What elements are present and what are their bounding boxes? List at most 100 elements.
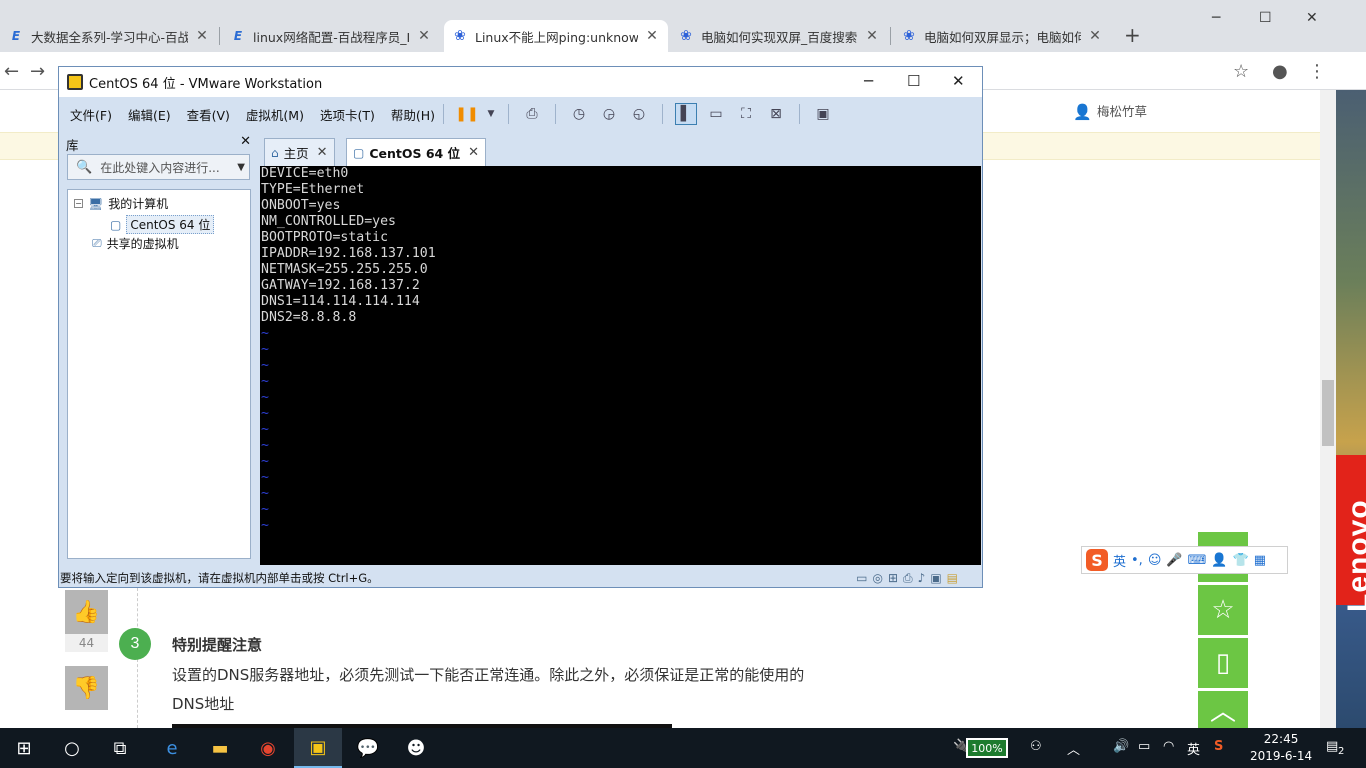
minimize-button[interactable]: ─ <box>1212 10 1220 26</box>
maximize-button[interactable]: ☐ <box>1259 10 1272 26</box>
sound-icon[interactable]: ♪ <box>918 571 926 586</box>
vi-empty-line: ~ <box>261 342 269 357</box>
close-tab-icon[interactable]: ✕ <box>1087 28 1103 44</box>
vm-console[interactable]: DEVICE=eth0 TYPE=Ethernet ONBOOT=yes NM_… <box>260 166 981 565</box>
display-icon[interactable]: ▣ <box>930 571 941 586</box>
browser-tab[interactable]: ❀ 电脑如何双屏显示；电脑如何 ✕ <box>893 20 1111 52</box>
sogou-logo-icon[interactable]: S <box>1086 549 1108 571</box>
snapshot-take-icon[interactable]: ◷ <box>568 103 590 125</box>
chrome-icon[interactable]: ◉ <box>244 728 292 768</box>
user-name: 梅松竹草 <box>1097 104 1148 119</box>
thumbs-down-icon[interactable]: 👎 <box>65 666 108 710</box>
minimize-button[interactable]: ─ <box>864 72 873 90</box>
console-view-icon[interactable]: ▣ <box>812 103 834 125</box>
vm-tab-bar: ⌂ 主页 ✕ ▢ CentOS 64 位 ✕ <box>260 134 982 166</box>
toolbox-grid-icon[interactable]: ▦ <box>1254 553 1266 568</box>
show-library-icon[interactable]: ▌ <box>675 103 698 125</box>
battery-indicator[interactable]: 100% <box>966 738 1008 758</box>
tab-title: 大数据全系列-学习中心-百战程序员 <box>31 29 188 45</box>
more-menu-icon[interactable]: ⋮ <box>1308 61 1326 82</box>
unity-icon[interactable]: ⊠ <box>765 103 787 125</box>
close-window-button[interactable]: ✕ <box>1306 10 1318 26</box>
menu-edit[interactable]: 编辑(E) <box>128 105 171 124</box>
user-avatar-icon[interactable]: 👤 <box>1211 553 1227 568</box>
edge-browser-icon[interactable]: e <box>148 728 196 768</box>
notification-center-icon[interactable]: ▤ <box>1326 739 1338 754</box>
message-log-icon[interactable]: ▤ <box>947 571 958 586</box>
bookmark-button[interactable]: ▯ <box>1198 638 1248 688</box>
profile-icon[interactable]: ● <box>1272 61 1288 82</box>
tab-home[interactable]: ⌂ 主页 ✕ <box>264 138 335 166</box>
back-icon[interactable]: ← <box>4 61 19 82</box>
emoji-icon[interactable]: ☺ <box>1148 553 1162 568</box>
network-adapter-icon[interactable]: ⊞ <box>888 571 898 586</box>
volume-icon[interactable]: 🔊 <box>1113 739 1129 754</box>
user-photo-icon[interactable]: ☻ <box>392 728 440 768</box>
battery-tray-icon[interactable]: ▭ <box>1138 739 1150 754</box>
close-library-icon[interactable]: ✕ <box>240 134 251 149</box>
browser-tab[interactable]: ❀ 电脑如何实现双屏_百度搜索 ✕ <box>670 20 888 52</box>
chevron-down-icon[interactable]: ▼ <box>486 103 496 125</box>
ime-lang-toggle[interactable]: 英 <box>1113 551 1126 570</box>
ime-toolbar[interactable]: S 英 •, ☺ 🎤 ⌨ 👤 👕 ▦ <box>1081 546 1288 574</box>
cd-rom-icon[interactable]: ◎ <box>872 571 882 586</box>
tree-item-shared[interactable]: ⎚ 共享的虚拟机 <box>92 235 179 252</box>
chevron-down-icon[interactable]: ▼ <box>237 162 245 173</box>
wechat-icon[interactable]: 💬 <box>344 728 392 768</box>
scrollbar-thumb[interactable] <box>1322 380 1334 446</box>
favorite-star-button[interactable]: ☆ <box>1198 585 1248 635</box>
browser-tab[interactable]: E linux网络配置-百战程序员_IT在线教育 ✕ <box>222 20 440 52</box>
back-to-top-button[interactable]: ︿ <box>1198 691 1248 728</box>
input-lang-indicator[interactable]: 英 <box>1187 739 1200 758</box>
maximize-button[interactable]: ☐ <box>907 72 920 90</box>
microphone-icon[interactable]: 🎤 <box>1166 553 1182 568</box>
library-search-input[interactable]: 🔍 在此处键入内容进行... ▼ <box>67 154 250 180</box>
tree-item-vm[interactable]: ▢ CentOS 64 位 <box>110 215 215 234</box>
sogou-tray-icon[interactable]: S <box>1214 739 1223 754</box>
menu-tabs[interactable]: 选项卡(T) <box>320 105 375 124</box>
tab-centos[interactable]: ▢ CentOS 64 位 ✕ <box>346 138 487 166</box>
collapse-icon[interactable]: − <box>74 199 83 208</box>
keyboard-icon[interactable]: ⌨ <box>1188 553 1207 568</box>
ime-punct-toggle[interactable]: •, <box>1131 553 1143 568</box>
forward-icon[interactable]: → <box>30 61 45 82</box>
fullscreen-icon[interactable]: ⛶ <box>735 103 757 125</box>
snapshot-manager-icon[interactable]: ◵ <box>628 103 650 125</box>
close-tab-icon[interactable]: ✕ <box>416 28 432 44</box>
clock-time: 22:45 <box>1263 732 1299 746</box>
show-hidden-icons-chevron[interactable]: ︿ <box>1067 739 1080 758</box>
user-info[interactable]: 👤 梅松竹草 <box>1073 101 1148 121</box>
menu-vm[interactable]: 虚拟机(M) <box>246 105 304 124</box>
windows-start-icon[interactable]: ⊞ <box>0 728 48 768</box>
task-view-icon[interactable]: ⧉ <box>96 728 144 768</box>
bookmark-star-icon[interactable]: ☆ <box>1233 61 1249 82</box>
new-tab-button[interactable]: + <box>1124 23 1141 47</box>
browser-tab[interactable]: E 大数据全系列-学习中心-百战程序员 ✕ <box>0 20 218 52</box>
snapshot-revert-icon[interactable]: ◶ <box>598 103 620 125</box>
people-icon[interactable]: ⚇ <box>1030 739 1042 754</box>
send-ctrl-alt-del-icon[interactable]: ⎙ <box>521 103 543 125</box>
thumbs-up-icon[interactable]: 👍 <box>65 590 108 634</box>
menu-help[interactable]: 帮助(H) <box>391 105 435 124</box>
close-tab-icon[interactable]: ✕ <box>644 28 660 44</box>
file-explorer-icon[interactable]: ▬ <box>196 728 244 768</box>
pause-icon[interactable]: ❚❚ <box>455 103 478 125</box>
close-window-button[interactable]: ✕ <box>952 72 965 90</box>
menu-file[interactable]: 文件(F) <box>70 105 112 124</box>
tree-item-my-computer[interactable]: − 🖥 我的计算机 <box>74 195 168 212</box>
wifi-icon[interactable]: ◠ <box>1163 739 1174 754</box>
browser-tab-active[interactable]: ❀ Linux不能上网ping:unknown host ✕ <box>444 20 668 52</box>
menu-view[interactable]: 查看(V) <box>187 105 230 124</box>
search-circle-icon[interactable]: ○ <box>48 728 96 768</box>
thumbnail-bar-icon[interactable]: ▭ <box>705 103 727 125</box>
close-tab-icon[interactable]: ✕ <box>468 145 479 160</box>
close-tab-icon[interactable]: ✕ <box>194 28 210 44</box>
vmware-taskbar-icon[interactable]: ▣ <box>294 728 342 768</box>
printer-icon[interactable]: ⎙ <box>903 571 913 586</box>
step-number: 3 <box>119 628 151 660</box>
close-tab-icon[interactable]: ✕ <box>864 28 880 44</box>
skin-shirt-icon[interactable]: 👕 <box>1233 553 1249 568</box>
hard-disk-icon[interactable]: ▭ <box>856 571 867 586</box>
close-tab-icon[interactable]: ✕ <box>317 145 328 160</box>
system-clock[interactable]: 22:45 2019-6-14 <box>1250 731 1312 765</box>
